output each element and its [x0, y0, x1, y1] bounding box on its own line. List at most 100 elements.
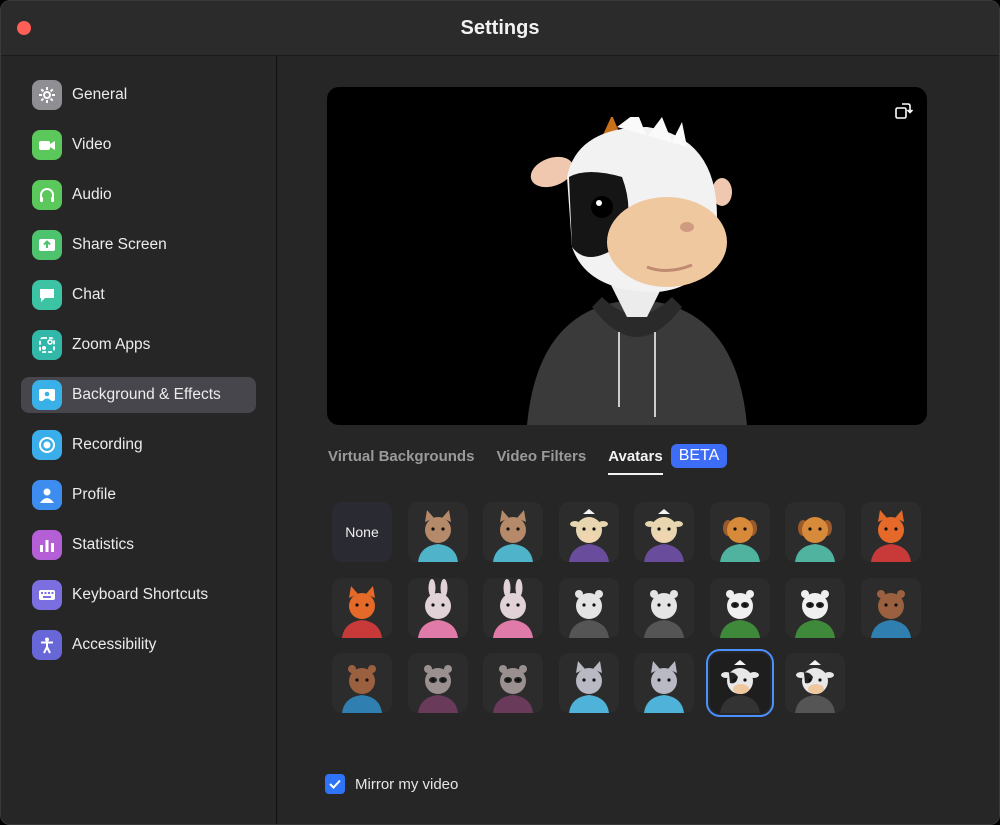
raccoon-avatar-icon — [417, 665, 458, 713]
avatar-tile-raccoon[interactable] — [407, 653, 468, 713]
avatar-tile-kitten[interactable] — [634, 653, 694, 713]
beta-badge: BETA — [670, 444, 728, 468]
rabbit-avatar-icon — [417, 578, 458, 638]
mirror-video-option[interactable]: Mirror my video — [325, 774, 458, 794]
sidebar-item-label: Audio — [72, 186, 112, 203]
sidebar-item-share-screen[interactable]: Share Screen — [21, 227, 256, 263]
rabbit-avatar-icon — [493, 578, 533, 638]
close-window-button[interactable] — [17, 21, 31, 35]
dog-avatar-icon — [719, 517, 760, 562]
sidebar-item-chat[interactable]: Chat — [21, 277, 256, 313]
record-icon — [32, 430, 62, 460]
avatar-tile-otter[interactable] — [860, 577, 921, 638]
window-title: Settings — [460, 16, 540, 39]
sidebar-item-label: Share Screen — [72, 236, 167, 253]
otter-avatar-icon — [870, 589, 911, 638]
sidebar-item-audio[interactable]: Audio — [21, 177, 256, 213]
avatar-tile-otter[interactable] — [332, 653, 392, 713]
sidebar-item-label: Keyboard Shortcuts — [72, 586, 209, 603]
sidebar-item-accessibility[interactable]: Accessibility — [21, 627, 256, 663]
sidebar-item-keyboard-shortcuts[interactable]: Keyboard Shortcuts — [21, 577, 256, 613]
video-camera-icon — [32, 130, 62, 160]
background-icon — [32, 380, 62, 410]
avatar-tile-cow-bw[interactable] — [785, 653, 845, 713]
cow-avatar-preview — [527, 117, 747, 425]
bear-avatar-icon — [644, 589, 684, 638]
sidebar-item-label: Chat — [72, 286, 105, 303]
chat-bubble-icon — [32, 280, 62, 310]
sidebar-item-label: Statistics — [72, 536, 135, 553]
accessibility-icon — [32, 630, 62, 660]
avatar-none-tile[interactable]: None — [332, 502, 392, 562]
avatar-tile-bear[interactable] — [558, 577, 619, 638]
sidebar-item-statistics[interactable]: Statistics — [21, 527, 256, 563]
sidebar-item-label: Recording — [72, 436, 143, 453]
avatar-tile-bear[interactable] — [634, 577, 694, 638]
avatar-tile-panda[interactable] — [785, 577, 845, 638]
sidebar-item-label: Zoom Apps — [72, 336, 151, 353]
sidebar-item-video[interactable]: Video — [21, 127, 256, 163]
kitten-avatar-icon — [568, 661, 609, 713]
avatar-tile-kitten[interactable] — [558, 653, 619, 713]
cow-avatar-icon — [568, 509, 609, 562]
sidebar-item-label: Video — [72, 136, 112, 153]
title-bar: Settings — [1, 1, 999, 56]
sidebar-item-profile[interactable]: Profile — [21, 477, 256, 513]
sidebar: General Video Audio Share Screen Chat Zoom Ap… — [1, 56, 277, 824]
sidebar-item-label: Profile — [72, 486, 116, 503]
panda-avatar-icon — [719, 589, 760, 638]
tab-virtual-backgrounds[interactable]: Virtual Backgrounds — [328, 448, 474, 469]
tab-video-filters[interactable]: Video Filters — [496, 448, 586, 469]
avatar-grid: None — [332, 502, 924, 717]
avatar-none-label: None — [345, 524, 379, 540]
otter-avatar-icon — [342, 665, 382, 713]
avatar-tile-cat[interactable] — [407, 502, 468, 562]
sidebar-item-label: Accessibility — [72, 636, 157, 653]
checkmark-icon — [329, 779, 341, 789]
avatar-tile-dog[interactable] — [785, 502, 845, 562]
rotate-camera-icon[interactable] — [893, 101, 913, 121]
sidebar-item-zoom-apps[interactable]: Zoom Apps — [21, 327, 256, 363]
sidebar-item-recording[interactable]: Recording — [21, 427, 256, 463]
gear-icon — [32, 80, 62, 110]
video-preview — [327, 87, 927, 425]
kitten-avatar-icon — [644, 661, 684, 713]
avatar-tile-raccoon[interactable] — [483, 653, 543, 713]
keyboard-icon — [32, 580, 62, 610]
cow-avatar-icon — [644, 509, 684, 562]
tab-avatars[interactable]: Avatars — [608, 448, 664, 475]
mirror-video-checkbox[interactable] — [325, 774, 345, 794]
sidebar-item-general[interactable]: General — [21, 77, 256, 113]
avatar-tile-panda[interactable] — [709, 577, 770, 638]
avatar-tile-cat[interactable] — [483, 502, 543, 562]
apps-icon — [32, 330, 62, 360]
avatar-tile-cow[interactable] — [558, 502, 619, 562]
dog-avatar-icon — [795, 517, 835, 562]
avatar-tile-fox[interactable] — [860, 502, 921, 562]
bar-chart-icon — [32, 530, 62, 560]
avatar-tile-rabbit[interactable] — [483, 577, 543, 638]
main-panel: Virtual Backgrounds Video Filters Avatar… — [278, 56, 999, 824]
avatar-tile-cow-bw[interactable] — [705, 649, 774, 717]
avatar-tile-rabbit[interactable] — [407, 577, 468, 638]
settings-window: Settings General Video Audio Share Screen Ch… — [0, 0, 1000, 825]
share-screen-icon — [32, 230, 62, 260]
panda-avatar-icon — [795, 589, 835, 638]
avatar-tile-cow[interactable] — [634, 502, 694, 562]
mirror-video-label: Mirror my video — [355, 775, 459, 793]
effects-tabs: Virtual Backgrounds Video Filters Avatar… — [328, 443, 728, 475]
sidebar-item-label: General — [72, 86, 128, 103]
cat-avatar-icon — [493, 510, 533, 562]
avatar-tile-fox[interactable] — [332, 577, 392, 638]
fox-avatar-icon — [342, 585, 382, 638]
cow-bw-avatar-icon — [795, 660, 835, 713]
raccoon-avatar-icon — [493, 665, 533, 713]
fox-avatar-icon — [870, 510, 911, 562]
sidebar-item-background-and-effects[interactable]: Background & Effects — [21, 377, 256, 413]
sidebar-item-label: Background & Effects — [72, 386, 221, 403]
avatar-tile-dog[interactable] — [709, 502, 770, 562]
bear-avatar-icon — [568, 589, 609, 638]
person-icon — [32, 480, 62, 510]
cat-avatar-icon — [417, 510, 458, 562]
headphones-icon — [32, 180, 62, 210]
